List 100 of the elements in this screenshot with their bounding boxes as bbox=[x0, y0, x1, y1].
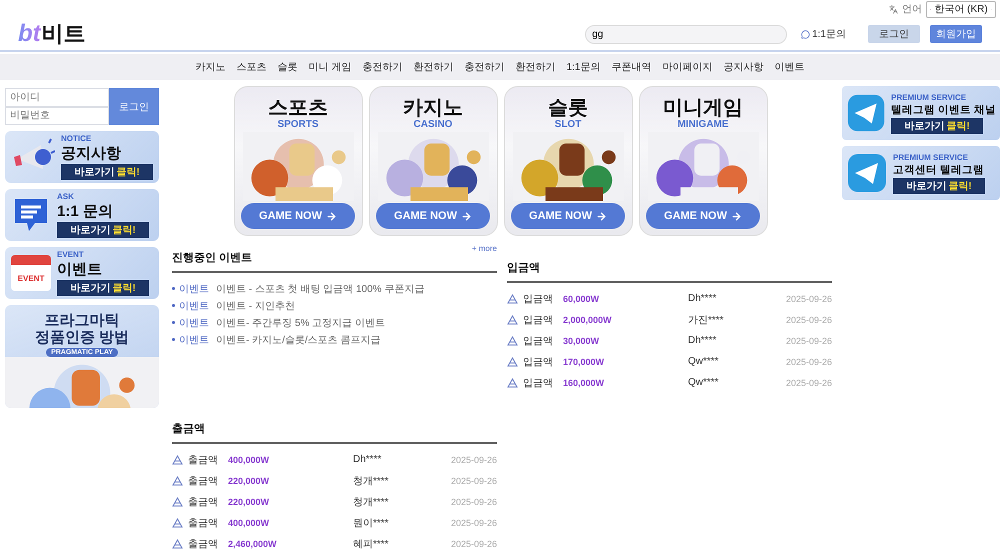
date: 2025-09-26 bbox=[786, 294, 832, 304]
pyramid-icon bbox=[172, 538, 183, 548]
amount: 170,000W bbox=[563, 356, 606, 366]
transaction-type: 출금액 bbox=[188, 516, 219, 530]
game-now-button[interactable]: GAME NOW bbox=[511, 203, 625, 229]
game-now-button[interactable]: GAME NOW bbox=[376, 203, 490, 229]
signup-button[interactable]: 회원가입 bbox=[930, 25, 982, 43]
inquiry-link[interactable]: 1:1문의 bbox=[801, 27, 846, 41]
pyramid-icon bbox=[172, 454, 183, 464]
nav-item[interactable]: 카지노 bbox=[196, 60, 226, 74]
language-select[interactable]: 한국어 (KR) bbox=[926, 0, 996, 18]
more-link[interactable]: + more bbox=[472, 244, 497, 253]
nav-item[interactable]: 이벤트 bbox=[774, 60, 804, 74]
pyramid-icon bbox=[172, 496, 183, 506]
arrow-icon bbox=[730, 210, 742, 222]
game-now-button[interactable]: GAME NOW bbox=[646, 203, 760, 229]
shortcut-link[interactable]: 바로가기 클릭! bbox=[891, 118, 984, 134]
password-field[interactable]: 비밀번호 bbox=[5, 106, 109, 125]
amount: 400,000W bbox=[228, 518, 270, 528]
shortcut-link[interactable]: 바로가기 클릭! bbox=[57, 222, 149, 238]
bullet-icon bbox=[172, 321, 175, 324]
banner-tag: EVENT bbox=[57, 250, 149, 259]
calendar-icon: EVENT bbox=[11, 255, 51, 291]
promo-title: 정품인증 방법 bbox=[34, 330, 130, 346]
amount: 160,000W bbox=[563, 378, 606, 388]
event-tag[interactable]: 이벤트 bbox=[179, 316, 209, 330]
shortcut-link[interactable]: 바로가기 클릭! bbox=[57, 280, 149, 296]
date: 2025-09-26 bbox=[450, 538, 497, 548]
logo-text: 비트 bbox=[42, 20, 86, 48]
telegram-icon bbox=[846, 152, 888, 194]
nav-item[interactable]: 슬롯 bbox=[278, 60, 298, 74]
game-now-button[interactable]: GAME NOW bbox=[241, 203, 355, 229]
bullet-icon bbox=[172, 304, 175, 307]
nav-item[interactable]: 환전하기 bbox=[413, 60, 454, 74]
date: 2025-09-26 bbox=[450, 496, 497, 506]
user-name: Qw**** bbox=[688, 377, 720, 388]
event-tag[interactable]: 이벤트 bbox=[179, 332, 209, 346]
event-title: 이벤트 - 스포츠 첫 배팅 입금액 100% 쿠폰지급 bbox=[216, 282, 424, 296]
shortcut-link[interactable]: 바로가기 클릭! bbox=[893, 178, 985, 194]
promo-title: 프라그마틱 bbox=[44, 313, 120, 330]
event-tag[interactable]: 이벤트 bbox=[179, 298, 209, 312]
transaction-type: 출금액 bbox=[188, 474, 219, 488]
nav-item[interactable]: 미니 게임 bbox=[308, 60, 352, 74]
transaction-type: 입금액 bbox=[523, 314, 554, 326]
transaction-type: 출금액 bbox=[188, 454, 219, 466]
nav-item[interactable]: 1:1문의 bbox=[566, 60, 600, 74]
banner-title: 1:1 문의 bbox=[57, 202, 114, 221]
pyramid-icon bbox=[507, 294, 518, 304]
event-title: 이벤트 - 지인추천 bbox=[216, 300, 295, 312]
event-title: 이벤트- 카지노/슬롯/스포츠 콤프지급 bbox=[216, 334, 380, 346]
game-subtitle: SPORTS bbox=[277, 119, 319, 130]
amount: 2,000,000W bbox=[563, 314, 613, 324]
nav-item[interactable]: 스포츠 bbox=[236, 60, 267, 74]
date: 2025-09-26 bbox=[786, 378, 832, 388]
banner-tag: PREMIUM SERVICE bbox=[891, 92, 996, 102]
language-icon bbox=[889, 4, 898, 14]
date: 2025-09-26 bbox=[786, 314, 832, 324]
game-title: 미니게임 bbox=[663, 97, 743, 119]
banner-title: 텔레그램 이벤트 채널 bbox=[891, 102, 996, 116]
user-name: Dh**** bbox=[688, 293, 718, 304]
event-tag[interactable]: 이벤트 bbox=[179, 282, 209, 296]
game-title: 카지노 bbox=[403, 97, 463, 119]
pyramid-icon bbox=[507, 378, 518, 388]
nav-item[interactable]: 마이페이지 bbox=[662, 60, 712, 74]
game-title: 슬롯 bbox=[548, 97, 588, 119]
banner-tag: ASK bbox=[57, 192, 149, 201]
section-title: 입금액 bbox=[507, 261, 540, 275]
user-name: Qw**** bbox=[688, 356, 720, 367]
amount: 30,000W bbox=[563, 336, 600, 346]
nav-item[interactable]: 쿠폰내역 bbox=[611, 60, 652, 74]
nav-item[interactable]: 환전하기 bbox=[515, 60, 556, 74]
transaction-type: 입금액 bbox=[523, 292, 554, 306]
transaction-type: 입금액 bbox=[523, 334, 554, 348]
user-name: 가진**** bbox=[688, 314, 725, 326]
nav-item[interactable]: 충전하기 bbox=[362, 60, 402, 74]
user-name: 혜피**** bbox=[353, 538, 390, 550]
date: 2025-09-26 bbox=[450, 476, 497, 486]
login-button[interactable]: 로그인 bbox=[868, 25, 920, 43]
game-subtitle: SLOT bbox=[554, 119, 582, 130]
transaction-type: 입금액 bbox=[523, 356, 554, 368]
banner-tag: NOTICE bbox=[61, 134, 153, 143]
game-subtitle: MINIGAME bbox=[677, 119, 729, 130]
pyramid-icon bbox=[172, 476, 183, 486]
transaction-type: 출금액 bbox=[188, 538, 219, 550]
pyramid-icon bbox=[507, 314, 518, 324]
user-name: 뭔이**** bbox=[353, 516, 390, 530]
id-field[interactable]: 아이디 bbox=[5, 88, 109, 106]
banner-tag: PREMIUM SERVICE bbox=[893, 152, 985, 162]
date: 2025-09-26 bbox=[786, 336, 832, 346]
nav-item[interactable]: 충전하기 bbox=[464, 60, 504, 74]
game-subtitle: CASINO bbox=[414, 119, 452, 130]
transaction-type: 출금액 bbox=[188, 496, 219, 508]
pyramid-icon bbox=[507, 356, 518, 366]
arrow-icon bbox=[326, 210, 337, 222]
search-field[interactable]: gg bbox=[585, 24, 788, 44]
nav-item[interactable]: 공지사항 bbox=[723, 60, 764, 74]
user-name: Dh**** bbox=[688, 335, 718, 346]
shortcut-link[interactable]: 바로가기 클릭! bbox=[61, 164, 153, 180]
amount: 2,460,000W bbox=[228, 538, 278, 548]
amount: 60,000W bbox=[563, 294, 600, 304]
